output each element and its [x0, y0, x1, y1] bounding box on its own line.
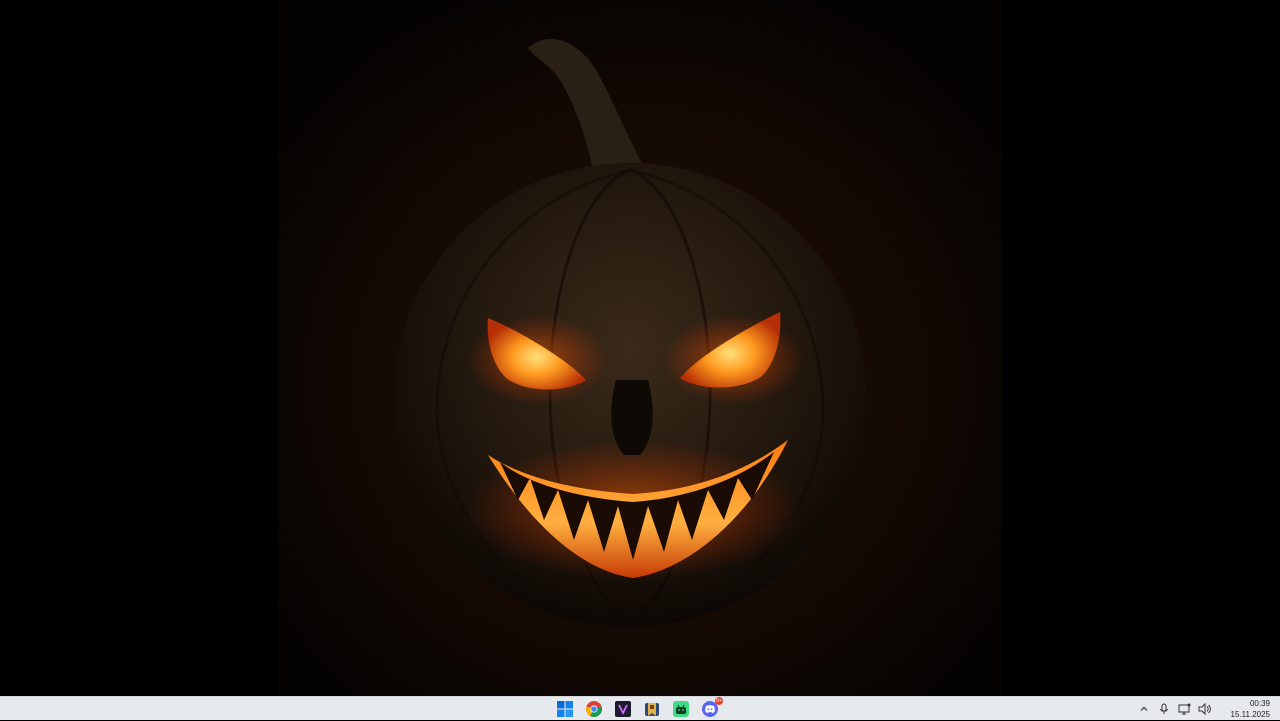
book-app-icon — [645, 703, 659, 716]
chrome-button[interactable] — [584, 699, 604, 719]
volume-icon — [1198, 703, 1211, 715]
system-tray: 00:39 15.11.2025 — [1132, 697, 1270, 721]
desktop — [0, 0, 1280, 696]
editor-app-button[interactable] — [613, 699, 633, 719]
notification-badge: 9+ — [715, 697, 723, 705]
chevron-up-icon — [1140, 706, 1148, 711]
clock[interactable]: 00:39 15.11.2025 — [1228, 697, 1270, 721]
chrome-icon — [586, 701, 602, 717]
volume-button[interactable] — [1196, 701, 1212, 717]
editor-app-icon — [615, 701, 631, 717]
jack-o-lantern-wallpaper — [278, 0, 1002, 696]
start-button[interactable] — [555, 699, 575, 719]
microphone-icon — [1160, 703, 1168, 714]
android-app-button[interactable] — [671, 699, 691, 719]
microphone-button[interactable] — [1156, 701, 1172, 717]
android-app-icon — [673, 701, 689, 717]
taskbar: 9+ 00:39 15.11.2025 — [0, 696, 1280, 720]
clock-date: 15.11.2025 — [1230, 710, 1270, 719]
book-app-button[interactable] — [642, 699, 662, 719]
show-hidden-icons-button[interactable] — [1136, 701, 1152, 717]
windows-logo-icon — [557, 701, 573, 717]
taskbar-pinned-apps: 9+ — [555, 697, 723, 719]
network-icon — [1178, 703, 1190, 715]
clock-time: 00:39 — [1249, 699, 1270, 708]
discord-button[interactable]: 9+ — [700, 697, 723, 719]
network-button[interactable] — [1176, 701, 1192, 717]
